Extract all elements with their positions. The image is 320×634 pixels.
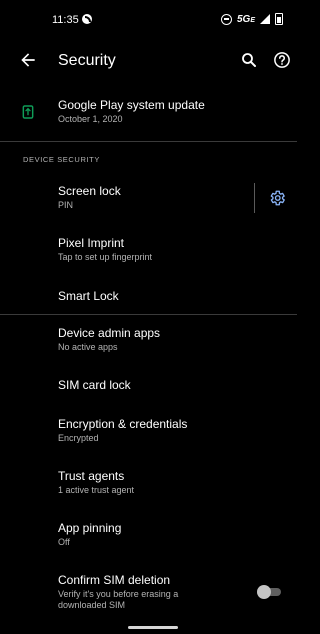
encryption-summary: Encrypted — [58, 433, 99, 443]
trust-agents-title: Trust agents — [58, 469, 125, 483]
trust-agents-summary: 1 active trust agent — [58, 485, 135, 495]
signal-icon — [260, 14, 270, 24]
confirm-sim-deletion[interactable]: Confirm SIM deletion Verify it's you bef… — [0, 568, 245, 616]
gesture-nav-handle[interactable] — [128, 626, 178, 629]
page-title: Security — [58, 52, 116, 69]
search-icon[interactable] — [240, 51, 258, 69]
device-admin-title: Device admin apps — [58, 326, 161, 340]
smart-lock-title: Smart Lock — [58, 289, 119, 303]
network-type: 5GE — [237, 14, 255, 25]
encryption-credentials[interactable]: Encryption & credentials Encrypted — [0, 412, 297, 452]
play-update-date: October 1, 2020 — [58, 114, 123, 124]
divider — [0, 141, 297, 142]
confirm-sim-title: Confirm SIM deletion — [58, 573, 171, 587]
notification-app-icon — [82, 14, 92, 24]
app-pinning-title: App pinning — [58, 521, 122, 535]
status-time: 11:35 — [52, 14, 79, 26]
confirm-sim-deletion-toggle[interactable] — [257, 585, 283, 599]
network-label: 5G — [236, 13, 251, 25]
do-not-disturb-icon — [220, 13, 232, 25]
app-pinning[interactable]: App pinning Off — [0, 516, 297, 556]
pixel-imprint[interactable]: Pixel Imprint Tap to set up fingerprint — [0, 230, 297, 270]
sim-card-lock-title: SIM card lock — [58, 378, 131, 392]
google-play-system-update[interactable]: Google Play system update October 1, 202… — [0, 92, 297, 136]
status-icons: 5GE — [220, 13, 283, 25]
encryption-title: Encryption & credentials — [58, 417, 188, 431]
screen-lock[interactable]: Screen lock PIN — [0, 178, 250, 218]
screen-lock-summary: PIN — [58, 200, 74, 210]
back-arrow-icon[interactable] — [18, 50, 38, 70]
app-bar: Security — [0, 42, 297, 80]
trust-agents[interactable]: Trust agents 1 active trust agent — [0, 464, 297, 504]
status-bar: 11:35 5GE — [0, 0, 297, 40]
divider — [0, 314, 297, 315]
screen-lock-title: Screen lock — [58, 184, 121, 198]
help-icon[interactable] — [273, 51, 291, 69]
confirm-sim-summary-line2: downloaded SIM — [58, 600, 126, 610]
section-header-device-security: DEVICE SECURITY — [23, 155, 100, 164]
pixel-imprint-title: Pixel Imprint — [58, 236, 125, 250]
device-admin-apps[interactable]: Device admin apps No active apps — [0, 320, 297, 360]
settings-divider — [254, 183, 255, 213]
toggle-thumb — [257, 585, 271, 599]
play-update-title: Google Play system update — [58, 98, 205, 112]
confirm-sim-summary-line1: Verify it's you before erasing a — [58, 589, 179, 599]
pixel-imprint-summary: Tap to set up fingerprint — [58, 252, 153, 262]
sim-card-lock[interactable]: SIM card lock — [0, 372, 297, 402]
battery-icon — [275, 13, 283, 25]
app-pinning-summary: Off — [58, 537, 70, 547]
network-suffix: E — [250, 16, 255, 24]
gear-icon[interactable] — [268, 189, 286, 207]
system-update-icon — [22, 105, 34, 119]
device-admin-summary: No active apps — [58, 342, 118, 352]
smart-lock[interactable]: Smart Lock — [0, 282, 297, 312]
